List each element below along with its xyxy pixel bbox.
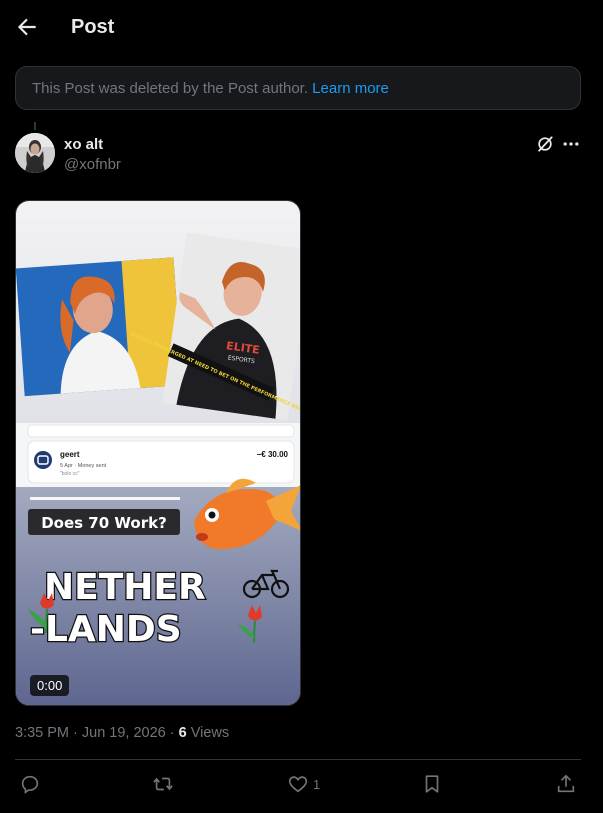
thread-line — [34, 122, 36, 130]
views-label: Views — [186, 725, 230, 741]
views-count: 6 — [178, 725, 187, 741]
payment-date: 5 Apr · Money sent — [60, 463, 107, 469]
post-video[interactable]: ELITE ESPORTS EUROPE SUBMERGED AT NEED T… — [15, 200, 301, 706]
like-count: 1 — [313, 776, 321, 792]
page-title: Post — [71, 16, 115, 38]
heart-icon — [288, 776, 308, 793]
author-handle[interactable]: @xofnbr — [64, 156, 121, 173]
post-meta: 3:35 PM · Jun 19, 2026 · 6 Views — [15, 725, 229, 741]
learn-more-link[interactable]: Learn more — [312, 80, 389, 97]
repost-button[interactable] — [152, 772, 174, 796]
share-icon — [557, 774, 575, 793]
divider — [15, 759, 581, 760]
share-button[interactable] — [555, 772, 577, 796]
headline-2: -LANDS — [30, 609, 182, 650]
arrow-left-icon[interactable] — [14, 14, 40, 40]
bookmark-button[interactable] — [421, 772, 443, 796]
reply-icon — [21, 775, 39, 794]
grok-icon[interactable] — [535, 134, 555, 154]
payment-amount: −€ 30.00 — [257, 450, 289, 459]
author-name[interactable]: xo alt — [64, 136, 103, 153]
reply-button[interactable] — [19, 772, 41, 796]
header: Post — [0, 0, 603, 56]
more-options-icon[interactable] — [560, 134, 582, 154]
video-thumbnail: ELITE ESPORTS EUROPE SUBMERGED AT NEED T… — [16, 201, 300, 705]
repost-icon — [153, 777, 173, 791]
bookmark-icon — [425, 775, 439, 793]
action-bar: 1 — [15, 764, 581, 806]
avatar[interactable] — [15, 133, 55, 173]
like-button[interactable]: 1 — [287, 772, 320, 796]
question-text: Does 70 Work? — [41, 514, 167, 532]
post-time[interactable]: 3:35 PM · Jun 19, 2026 · — [15, 725, 179, 741]
headline-1: NETHER — [44, 567, 206, 608]
deleted-post-banner: This Post was deleted by the Post author… — [15, 66, 581, 110]
payment-note: "bolo cc" — [60, 471, 80, 477]
banner-text: This Post was deleted by the Post author… — [32, 80, 313, 97]
video-timestamp: 0:00 — [30, 675, 70, 696]
payment-name: geert — [60, 450, 80, 459]
